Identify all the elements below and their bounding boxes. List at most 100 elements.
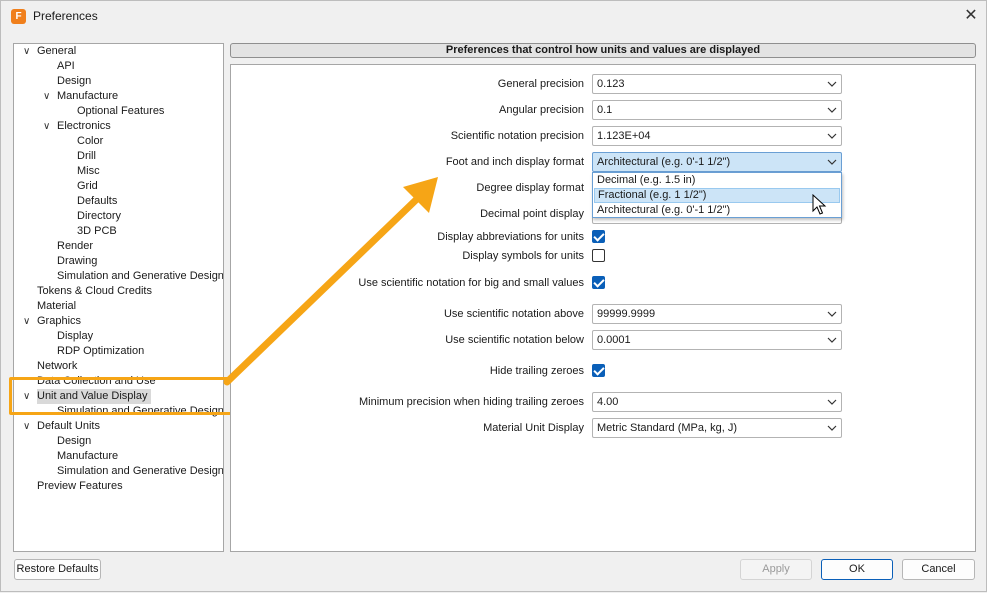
tree-item-rdp[interactable]: RDP Optimization (57, 344, 144, 359)
tree-item-directory[interactable]: Directory (77, 209, 121, 224)
chevron-down-icon[interactable]: ∨ (23, 44, 35, 59)
chevron-down-icon[interactable]: ∨ (23, 419, 35, 434)
tree-item-label: Drawing (57, 255, 98, 267)
cancel-button[interactable]: Cancel (902, 559, 975, 580)
foot-inch-dropdown-list[interactable]: Decimal (e.g. 1.5 in) Fractional (e.g. 1… (592, 172, 842, 218)
degree-format-label: Degree display format (476, 182, 584, 194)
tree-item-color[interactable]: Color (77, 134, 103, 149)
app-icon: F (11, 9, 26, 24)
mouse-cursor-icon (812, 194, 827, 215)
tree-item-network[interactable]: Network (37, 359, 77, 374)
chevron-down-icon[interactable]: ∨ (23, 314, 35, 329)
title-bar: F Preferences ✕ (1, 1, 986, 32)
chevron-down-icon (827, 133, 837, 139)
tree-item-label: Manufacture (57, 450, 119, 462)
tree-item-manufacture[interactable]: ∨ Manufacture (43, 89, 119, 104)
close-icon[interactable]: ✕ (959, 5, 983, 27)
tree-item-tokens[interactable]: Tokens & Cloud Credits (37, 284, 152, 299)
tree-item-label: Misc (77, 165, 100, 177)
tree-item-simulation[interactable]: Simulation and Generative Design (57, 269, 223, 284)
tree-item-defaults[interactable]: Defaults (77, 194, 117, 209)
display-symbols-checkbox[interactable] (592, 249, 605, 262)
sci-above-select[interactable]: 99999.9999 (592, 304, 842, 324)
tree-item-label: Tokens & Cloud Credits (37, 285, 152, 297)
tree-item-3d-pcb[interactable]: 3D PCB (77, 224, 117, 239)
general-precision-select[interactable]: 0.123 (592, 74, 842, 94)
tree-item-label: Electronics (57, 120, 111, 132)
tree-item-preview-features[interactable]: Preview Features (37, 479, 123, 494)
tree-item-units-manufacture[interactable]: Manufacture (57, 449, 118, 464)
dropdown-option-decimal[interactable]: Decimal (e.g. 1.5 in) (594, 173, 840, 188)
tree-item-label: RDP Optimization (57, 345, 145, 357)
tree-item-label: Network (37, 360, 78, 372)
material-unit-value: Metric Standard (MPa, kg, J) (597, 422, 737, 434)
tree-item-optional-features[interactable]: Optional Features (77, 104, 164, 119)
foot-inch-format-select[interactable]: Architectural (e.g. 0'-1 1/2") (592, 152, 842, 172)
tree-item-design[interactable]: Design (57, 74, 91, 89)
tree-item-general[interactable]: ∨ General (23, 44, 77, 59)
general-precision-value: 0.123 (597, 78, 625, 90)
hide-trailing-checkbox[interactable] (592, 364, 605, 377)
sci-below-label: Use scientific notation below (445, 334, 584, 346)
scientific-precision-select[interactable]: 1.123E+04 (592, 126, 842, 146)
tree-item-label: Manufacture (57, 90, 119, 102)
chevron-down-icon (827, 425, 837, 431)
use-scientific-checkbox[interactable] (592, 276, 605, 289)
tree-item-label: Design (57, 75, 92, 87)
tree-item-default-units[interactable]: ∨ Default Units (23, 419, 100, 434)
ok-button[interactable]: OK (821, 559, 893, 580)
tree-item-electronics[interactable]: ∨ Electronics (43, 119, 111, 134)
display-abbreviations-checkbox[interactable] (592, 230, 605, 243)
tree-item-label: Drill (77, 150, 96, 162)
tree-item-label: General (37, 45, 77, 57)
tree-item-label: Material (37, 300, 77, 312)
restore-defaults-button[interactable]: Restore Defaults (14, 559, 101, 580)
min-precision-value: 4.00 (597, 396, 619, 408)
sci-below-select[interactable]: 0.0001 (592, 330, 842, 350)
tree-item-label: Optional Features (77, 105, 165, 117)
use-scientific-label: Use scientific notation for big and smal… (358, 277, 584, 289)
angular-precision-select[interactable]: 0.1 (592, 100, 842, 120)
window-title: Preferences (33, 9, 98, 23)
tree-item-units-simulation[interactable]: Simulation and Generative Design (57, 464, 224, 479)
foot-inch-format-label: Foot and inch display format (445, 156, 584, 168)
min-precision-select[interactable]: 4.00 (592, 392, 842, 412)
tree-item-display[interactable]: Display (57, 329, 93, 344)
tree-item-label: Graphics (37, 315, 82, 327)
dropdown-option-fractional[interactable]: Fractional (e.g. 1 1/2") (594, 188, 840, 203)
annotation-highlight-tree (9, 377, 234, 415)
tree-item-misc[interactable]: Misc (77, 164, 100, 179)
tree-item-grid[interactable]: Grid (77, 179, 98, 194)
preferences-tree[interactable]: ∨ General API Design ∨ Manufacture Optiona… (13, 43, 224, 552)
dropdown-option-architectural[interactable]: Architectural (e.g. 0'-1 1/2") (594, 203, 840, 218)
tree-item-material[interactable]: Material (37, 299, 76, 314)
decimal-point-label: Decimal point display (480, 208, 584, 220)
tree-item-label: Preview Features (37, 480, 123, 492)
tree-item-label: Grid (77, 180, 98, 192)
tree-item-drawing[interactable]: Drawing (57, 254, 97, 269)
tree-item-label: Color (77, 135, 104, 147)
scientific-precision-label: Scientific notation precision (450, 130, 584, 142)
sci-below-value: 0.0001 (597, 334, 631, 346)
tree-item-graphics[interactable]: ∨ Graphics (23, 314, 82, 329)
chevron-down-icon (827, 311, 837, 317)
sci-above-label: Use scientific notation above (443, 308, 584, 320)
tree-item-label: Render (57, 240, 94, 252)
tree-item-label: API (57, 60, 75, 72)
angular-precision-label: Angular precision (499, 104, 584, 116)
pane-header: Preferences that control how units and v… (230, 43, 976, 58)
tree-item-render[interactable]: Render (57, 239, 93, 254)
tree-item-drill[interactable]: Drill (77, 149, 96, 164)
material-unit-select[interactable]: Metric Standard (MPa, kg, J) (592, 418, 842, 438)
tree-item-units-design[interactable]: Design (57, 434, 91, 449)
chevron-down-icon (827, 399, 837, 405)
tree-item-api[interactable]: API (57, 59, 75, 74)
display-symbols-label: Display symbols for units (462, 250, 584, 262)
apply-button[interactable]: Apply (740, 559, 812, 580)
chevron-down-icon[interactable]: ∨ (43, 89, 55, 104)
chevron-down-icon[interactable]: ∨ (43, 119, 55, 134)
general-precision-label: General precision (497, 78, 584, 90)
tree-item-label: Design (57, 435, 92, 447)
tree-item-label: Simulation and Generative Design (57, 465, 224, 477)
angular-precision-value: 0.1 (597, 104, 613, 116)
